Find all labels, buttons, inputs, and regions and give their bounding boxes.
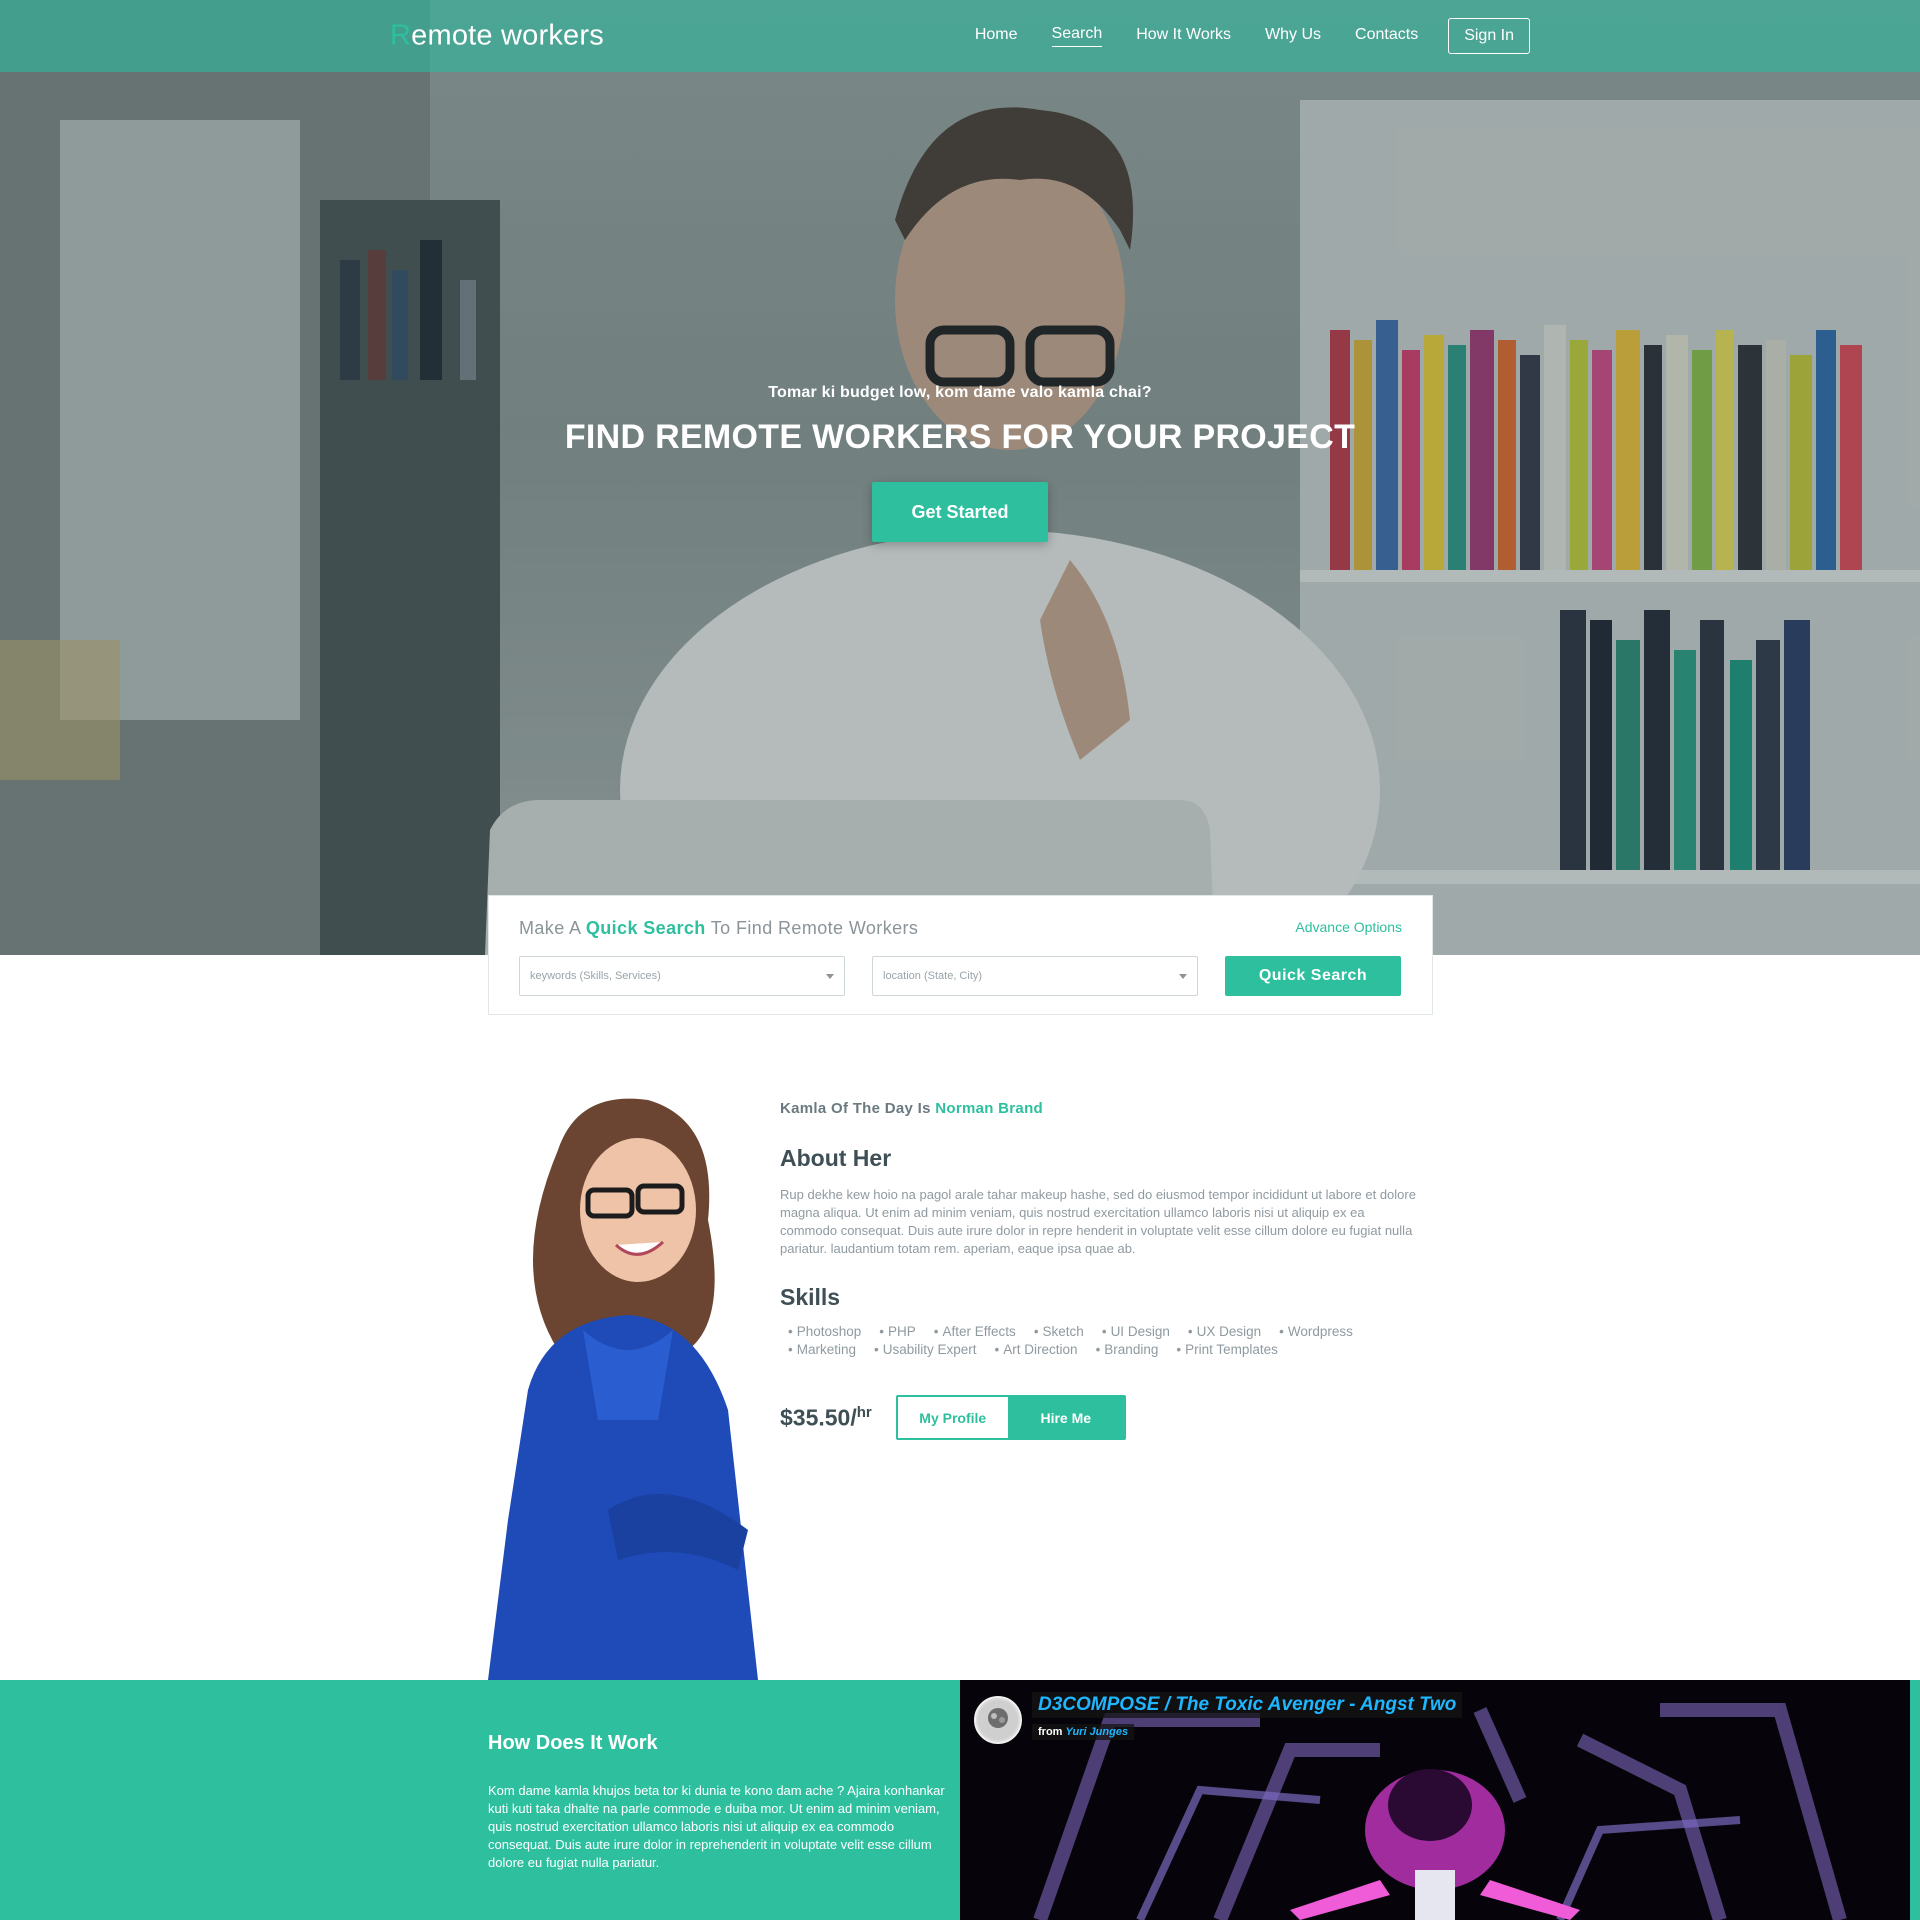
- quick-search-title-suffix: To Find Remote Workers: [710, 918, 919, 938]
- skill-item: Sketch: [1034, 1323, 1084, 1341]
- video-player[interactable]: D3COMPOSE / The Toxic Avenger - Angst Tw…: [960, 1680, 1910, 1920]
- keywords-select[interactable]: keywords (Skills, Services): [519, 956, 845, 996]
- video-byline: from Yuri Junges: [1032, 1724, 1135, 1740]
- get-started-button[interactable]: Get Started: [872, 482, 1048, 542]
- nav-search[interactable]: Search: [1051, 25, 1103, 47]
- hire-me-button[interactable]: Hire Me: [1007, 1397, 1124, 1438]
- chevron-down-icon: [826, 973, 834, 979]
- skill-item: Branding: [1096, 1341, 1158, 1359]
- nav-how-it-works[interactable]: How It Works: [1136, 26, 1231, 47]
- skill-item: UX Design: [1188, 1323, 1262, 1341]
- featured-intro: Kamla Of The Day Is Norman Brand: [780, 1100, 1420, 1117]
- skill-item: Marketing: [788, 1341, 856, 1359]
- logo-first-letter: R: [390, 19, 412, 52]
- about-text: Rup dekhe kew hoio na pagol arale tahar …: [780, 1187, 1416, 1256]
- skill-item: PHP: [879, 1323, 916, 1341]
- skill-item: Photoshop: [788, 1323, 862, 1341]
- nav-why-us[interactable]: Why Us: [1265, 26, 1321, 47]
- hero-subtitle: Tomar ki budget low, kom dame valo kamla…: [768, 384, 1152, 401]
- quick-search-title: Make A Quick Search To Find Remote Worke…: [519, 918, 918, 939]
- how-it-works-text: Kom dame kamla khujos beta tor ki dunia …: [488, 1783, 945, 1870]
- quick-search-card: Make A Quick Search To Find Remote Worke…: [488, 895, 1433, 1015]
- video-from-label: from: [1038, 1726, 1063, 1738]
- rate-unit: hr: [856, 1403, 872, 1421]
- rate-row: $35.50/hr My Profile Hire Me: [780, 1395, 1420, 1440]
- video-author-avatar[interactable]: [974, 1696, 1022, 1744]
- profile-actions: My Profile Hire Me: [895, 1395, 1126, 1440]
- video-title[interactable]: D3COMPOSE / The Toxic Avenger - Angst Tw…: [1032, 1692, 1463, 1718]
- rate-value: $35.50/: [780, 1404, 857, 1431]
- about-heading: About Her: [780, 1145, 892, 1171]
- how-it-works-title: How Does It Work: [488, 1732, 658, 1754]
- kamla-of-the-day: Kamla Of The Day Is Norman Brand About H…: [780, 1100, 1420, 1440]
- skill-item: UI Design: [1102, 1323, 1170, 1341]
- skill-item: Art Direction: [995, 1341, 1077, 1359]
- nav-home[interactable]: Home: [975, 26, 1018, 47]
- top-navigation-bar: Remote workers Home Search How It Works …: [0, 0, 1920, 72]
- skill-item: Print Templates: [1176, 1341, 1278, 1359]
- skill-item: Usability Expert: [874, 1341, 977, 1359]
- hero-title: FIND REMOTE WORKERS FOR YOUR PROJECT: [564, 418, 1356, 456]
- quick-search-title-highlight: Quick Search: [585, 918, 706, 938]
- skill-item: After Effects: [934, 1323, 1016, 1341]
- hourly-rate: $35.50/hr: [780, 1404, 872, 1432]
- featured-worker-photo: [488, 1098, 758, 1680]
- hero-section: Remote workers Home Search How It Works …: [0, 0, 1920, 955]
- main-nav: Home Search How It Works Why Us Contacts…: [941, 0, 1530, 72]
- featured-name[interactable]: Norman Brand: [935, 1100, 1043, 1117]
- location-placeholder: location (State, City): [883, 970, 983, 982]
- skills-list: Photoshop PHP After Effects Sketch UI De…: [780, 1323, 1420, 1359]
- skill-item: Wordpress: [1279, 1323, 1353, 1341]
- video-author-link[interactable]: Yuri Junges: [1066, 1726, 1129, 1738]
- my-profile-button[interactable]: My Profile: [897, 1397, 1008, 1438]
- hero-overlay: [0, 0, 1920, 955]
- keywords-placeholder: keywords (Skills, Services): [530, 970, 661, 982]
- quick-search-title-prefix: Make A: [519, 918, 581, 938]
- nav-contacts[interactable]: Contacts: [1355, 26, 1418, 47]
- quick-search-button[interactable]: Quick Search: [1225, 956, 1401, 996]
- skills-heading: Skills: [780, 1284, 841, 1310]
- logo-text: emote workers: [411, 19, 604, 52]
- chevron-down-icon: [1179, 973, 1187, 979]
- sign-in-button[interactable]: Sign In: [1448, 18, 1530, 54]
- avatar-icon: [978, 1700, 1018, 1740]
- featured-intro-prefix: Kamla Of The Day Is: [780, 1100, 931, 1117]
- advance-options-link[interactable]: Advance Options: [1295, 919, 1402, 935]
- site-logo[interactable]: Remote workers: [390, 20, 604, 53]
- location-select[interactable]: location (State, City): [872, 956, 1198, 996]
